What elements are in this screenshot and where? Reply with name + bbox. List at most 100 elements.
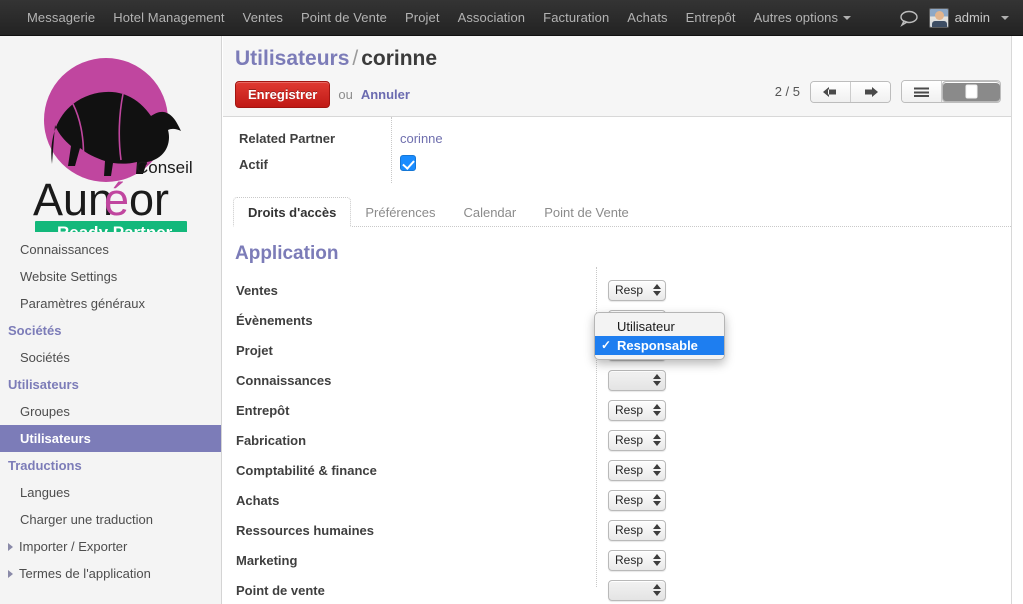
application-row: Ressources humainesResp: [223, 515, 1011, 545]
access-level-select[interactable]: [608, 580, 666, 601]
sidebar-item-connaissances[interactable]: Connaissances: [0, 236, 221, 263]
sidebar-item-utilisateurs[interactable]: Utilisateurs: [0, 425, 221, 452]
field-row-related-partner: Related Partner corinne: [223, 125, 1011, 151]
application-row-field: Resp: [596, 430, 666, 451]
application-row-field: [596, 580, 666, 601]
top-navigation-bar: MessagerieHotel ManagementVentesPoint de…: [0, 0, 1023, 36]
access-level-select[interactable]: Resp: [608, 400, 666, 421]
breadcrumb-parent[interactable]: Utilisateurs: [235, 47, 349, 70]
stepper-arrows-icon[interactable]: [652, 283, 661, 298]
top-nav-item[interactable]: Achats: [618, 1, 676, 35]
stepper-arrows-icon[interactable]: [652, 523, 661, 538]
top-nav-menu: MessagerieHotel ManagementVentesPoint de…: [0, 1, 860, 35]
sidebar-item-utilisateurs[interactable]: Utilisateurs: [0, 371, 221, 398]
sidebar-item-param-tres-g-n-raux[interactable]: Paramètres généraux: [0, 290, 221, 317]
access-level-select[interactable]: Resp: [608, 280, 666, 301]
application-row: EntrepôtResp: [223, 395, 1011, 425]
sidebar-item-label: Utilisateurs: [8, 377, 79, 392]
user-menu[interactable]: admin: [929, 8, 1009, 28]
access-level-select[interactable]: Resp: [608, 520, 666, 541]
view-switcher: [901, 80, 1001, 103]
svg-text:Ready Partner: Ready Partner: [57, 223, 173, 232]
access-level-select[interactable]: Resp: [608, 550, 666, 571]
sidebar-item-traductions[interactable]: Traductions: [0, 452, 221, 479]
application-row: AchatsResp: [223, 485, 1011, 515]
sidebar-item-groupes[interactable]: Groupes: [0, 398, 221, 425]
top-nav-item[interactable]: Projet: [396, 1, 449, 35]
top-nav-item[interactable]: Point de Vente: [292, 1, 396, 35]
save-button[interactable]: Enregistrer: [235, 81, 330, 108]
top-nav-item[interactable]: Association: [449, 1, 535, 35]
field-row-actif: Actif: [223, 151, 1011, 177]
sidebar-item-importer-exporter[interactable]: Importer / Exporter: [0, 533, 221, 560]
tab-droits-d-acc-s[interactable]: Droits d'accès: [233, 197, 351, 227]
top-nav-item[interactable]: Ventes: [234, 1, 292, 35]
sidebar-menu: ConnaissancesWebsite SettingsParamètres …: [0, 232, 221, 587]
field-divider: [391, 117, 392, 183]
access-level-select[interactable]: [608, 370, 666, 391]
form-view-icon[interactable]: [942, 81, 1000, 102]
arrow-left-icon[interactable]: [811, 82, 851, 102]
application-section: Application VentesRespÉvènementsRespProj…: [223, 227, 1011, 604]
sidebar-item-termes-de-l-application[interactable]: Termes de l'application: [0, 560, 221, 587]
scrollbar[interactable]: [1011, 36, 1023, 604]
application-row-label: Évènements: [223, 313, 596, 328]
pager-count: 2 / 5: [775, 84, 800, 99]
list-view-icon[interactable]: [902, 81, 942, 102]
sidebar-item-langues[interactable]: Langues: [0, 479, 221, 506]
application-row-label: Connaissances: [223, 373, 596, 388]
sidebar-item-soci-t-s[interactable]: Sociétés: [0, 344, 221, 371]
stepper-arrows-icon[interactable]: [652, 373, 661, 388]
related-partner-value[interactable]: corinne: [400, 131, 443, 146]
application-row-label: Point de vente: [223, 583, 596, 598]
application-row-field: [596, 370, 666, 391]
top-nav-item[interactable]: Messagerie: [18, 1, 104, 35]
cancel-button[interactable]: Annuler: [361, 87, 410, 102]
sidebar-item-website-settings[interactable]: Website Settings: [0, 263, 221, 290]
top-nav-item[interactable]: Entrepôt: [677, 1, 745, 35]
application-row-field: Resp: [596, 490, 666, 511]
access-level-select-value: Resp: [615, 461, 652, 480]
user-name-label: admin: [955, 10, 990, 25]
tab-pr-f-rences[interactable]: Préférences: [351, 198, 449, 226]
top-nav-item[interactable]: Facturation: [534, 1, 618, 35]
chevron-down-icon: [843, 16, 851, 20]
avatar: [929, 8, 949, 28]
stepper-arrows-icon[interactable]: [652, 463, 661, 478]
stepper-arrows-icon[interactable]: [652, 583, 661, 598]
actif-value-cell: [388, 155, 416, 174]
chat-bubble-icon[interactable]: [899, 9, 919, 27]
application-row-field: Resp: [596, 400, 666, 421]
company-logo: Conseil Aun é or Ready Partner: [0, 36, 222, 232]
access-level-select-value: Resp: [615, 401, 652, 420]
svg-text:Aun: Aun: [33, 174, 113, 225]
arrow-right-icon[interactable]: [851, 82, 890, 102]
dropdown-option-utilisateur[interactable]: Utilisateur: [595, 317, 724, 336]
svg-text:or: or: [129, 174, 169, 225]
access-level-select[interactable]: Resp: [608, 490, 666, 511]
svg-text:é: é: [104, 174, 129, 225]
stepper-arrows-icon[interactable]: [652, 433, 661, 448]
top-nav-item[interactable]: Hotel Management: [104, 1, 233, 35]
sidebar-item-charger-une-traduction[interactable]: Charger une traduction: [0, 506, 221, 533]
application-row: Connaissances: [223, 365, 1011, 395]
access-level-select[interactable]: Resp: [608, 460, 666, 481]
application-row: Marketing Resp: [223, 545, 1011, 575]
stepper-arrows-icon[interactable]: [652, 403, 661, 418]
sidebar-item-label: Utilisateurs: [20, 431, 91, 446]
stepper-arrows-icon[interactable]: [652, 553, 661, 568]
pager: 2 / 5: [775, 80, 1001, 103]
top-nav-item[interactable]: Autres options: [745, 1, 861, 35]
application-row-label: Marketing: [223, 553, 596, 568]
access-level-select[interactable]: Resp: [608, 430, 666, 451]
stepper-arrows-icon[interactable]: [652, 493, 661, 508]
application-heading: Application: [223, 243, 1011, 275]
page-title: corinne: [361, 47, 437, 70]
dropdown-option-responsable[interactable]: Responsable: [595, 336, 724, 355]
actif-checkbox[interactable]: [400, 155, 416, 171]
tab-point-de-vente[interactable]: Point de Vente: [530, 198, 643, 226]
sidebar-item-soci-t-s[interactable]: Sociétés: [0, 317, 221, 344]
content-header: Utilisateurs/corinne Enregistrer ou Annu…: [223, 36, 1011, 117]
tab-calendar[interactable]: Calendar: [449, 198, 530, 226]
access-level-dropdown[interactable]: UtilisateurResponsable: [594, 312, 725, 360]
